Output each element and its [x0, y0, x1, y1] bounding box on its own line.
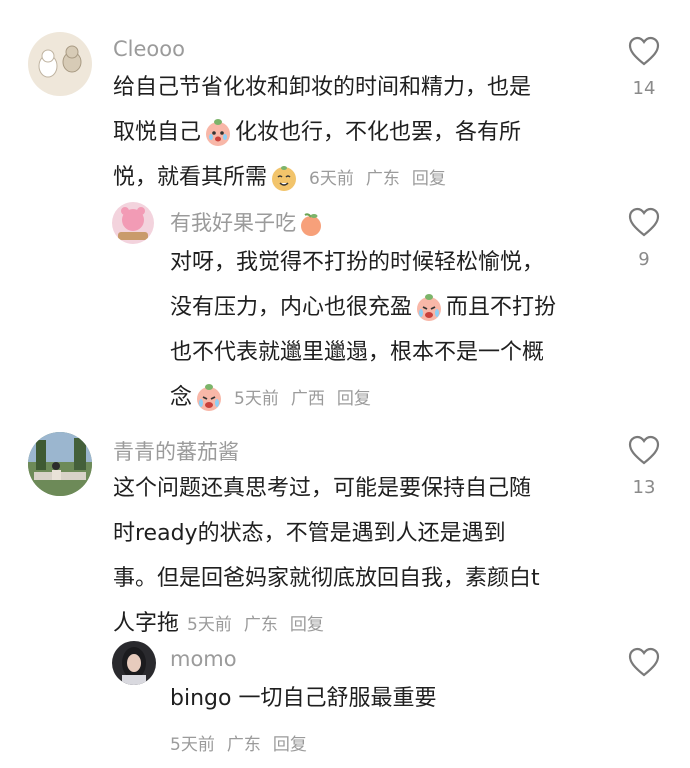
peach-crying-emoji [194, 383, 224, 413]
heart-icon [628, 435, 660, 465]
comment-line-part: 念 [170, 385, 193, 410]
dog-smiling-emoji [269, 163, 299, 193]
peach-crying-emoji [203, 118, 233, 148]
cat-drawing-avatar[interactable] [28, 32, 92, 96]
comment-meta: 5天前 广东 回复 [187, 615, 336, 635]
username[interactable]: Cleooo [113, 37, 185, 61]
reply-button[interactable]: 回复 [337, 389, 371, 409]
heart-icon [628, 647, 660, 677]
comment-text: 这个问题还真思考过，可能是要保持自己随 时ready的状态，不管是遇到人还是遇到… [113, 466, 540, 648]
username[interactable]: 有我好果子吃 [170, 207, 326, 237]
reply-button[interactable]: 回复 [273, 735, 307, 755]
peach-emoji [298, 211, 324, 237]
comment-line: bingo 一切自己舒服最重要 [170, 686, 437, 711]
like-count: 9 [638, 249, 650, 270]
like-count: 13 [632, 477, 656, 498]
comment-time: 5天前 [170, 735, 215, 755]
comment-meta: 5天前 广西 回复 [234, 389, 383, 409]
comment-location: 广东 [226, 735, 261, 755]
comment-line: 没有压力，内心也很充盈 而且不打扮 [170, 285, 556, 330]
comment-text: bingo 一切自己舒服最重要 5天前 广东 回复 [170, 676, 436, 768]
pink-bear-avatar[interactable] [112, 202, 154, 244]
comment-location: 广东 [243, 615, 278, 635]
comment-line: 这个问题还真思考过，可能是要保持自己随 [113, 476, 532, 501]
heart-icon [628, 207, 660, 237]
reply-button[interactable]: 回复 [412, 169, 446, 189]
comment-line-part: 而且不打扮 [446, 295, 557, 320]
portrait-avatar[interactable] [112, 641, 156, 685]
comment-location: 广东 [365, 169, 400, 189]
comment-line: 念 5天前 广西 回复 [170, 375, 556, 422]
comment-line-part: 化妆也行，不化也罢，各有所 [235, 120, 522, 145]
comment-meta: 5天前 广东 回复 [170, 735, 319, 755]
comment-time: 6天前 [309, 169, 354, 189]
comment-line-part: 悦，就看其所需 [113, 165, 268, 190]
username[interactable]: 青青的蕃茄酱 [113, 436, 239, 466]
heart-icon [628, 36, 660, 66]
outdoor-photo-avatar[interactable] [28, 432, 92, 496]
comment-time: 5天前 [234, 389, 279, 409]
comment-line: 事。但是回爸妈家就彻底放回自我，素颜白t [113, 566, 540, 591]
comment-line-part: 没有压力，内心也很充盈 [170, 295, 413, 320]
peach-crying-emoji [414, 293, 444, 323]
comment-line: 时ready的状态，不管是遇到人还是遇到 [113, 521, 506, 546]
like-button[interactable] [624, 647, 664, 677]
comment-line: 对呀，我觉得不打扮的时候轻松愉悦， [170, 250, 545, 275]
comment-line-part: 人字拖 [113, 611, 180, 636]
comment-meta: 6天前 广东 回复 [309, 169, 458, 189]
comment-location: 广西 [290, 389, 325, 409]
comment-text: 对呀，我觉得不打扮的时候轻松愉悦， 没有压力，内心也很充盈 而且不打扮 也不代表就… [170, 240, 556, 422]
like-button[interactable]: 9 [624, 207, 664, 270]
reply-button[interactable]: 回复 [290, 615, 324, 635]
comment-time: 5天前 [187, 615, 232, 635]
comment-line: 取悦自己 化妆也行，不化也罢，各有所 [113, 110, 531, 155]
comment-line: 也不代表就邋里邋遢，根本不是一个概 [170, 340, 545, 365]
like-button[interactable]: 13 [624, 435, 664, 498]
comment-line: 给自己节省化妆和卸妆的时间和精力，也是 [113, 75, 532, 100]
comment-line: 5天前 广东 回复 [170, 721, 436, 768]
username[interactable]: momo [170, 647, 237, 671]
like-button[interactable]: 14 [624, 36, 664, 99]
comment-line: 悦，就看其所需 6天前 广东 回复 [113, 155, 531, 202]
comment-line-part: 取悦自己 [113, 120, 202, 145]
like-count: 14 [632, 78, 656, 99]
comment-line: 人字拖 5天前 广东 回复 [113, 601, 540, 648]
username-text: 有我好果子吃 [170, 211, 296, 235]
comment-text: 给自己节省化妆和卸妆的时间和精力，也是 取悦自己 化妆也行，不化也罢，各有所 悦，… [113, 65, 531, 202]
